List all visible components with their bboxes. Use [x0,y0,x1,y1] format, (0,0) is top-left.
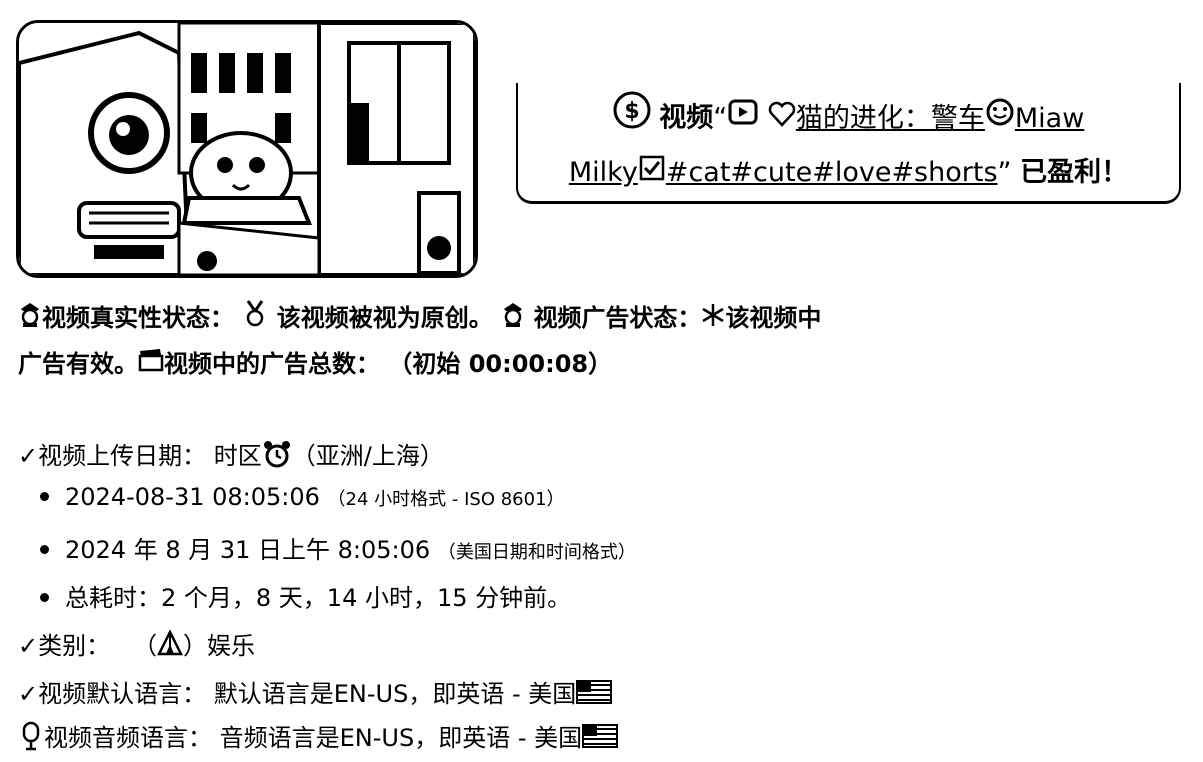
cop-icon [501,297,525,342]
status-block: 视频真实性状态： 该视频被视为原创。 视频广告状态： 该视频中 广告有效。 视频中的… [18,296,938,387]
title-part-1: 猫的进化：警车 [795,102,985,134]
timezone-value: （亚洲/上海） [291,442,444,470]
ad-status-value-1: 该视频中 [725,304,822,332]
check-icon: ✓ [18,442,39,470]
ad-status-value-2: 广告有效。 [18,349,138,378]
monetization-line-1: $ 视频“ 猫的进化：警车 Miaw [518,91,1179,147]
list-item-elapsed: 总耗时：2 个月，8 天，14 小时，15 分钟前。 [40,578,571,613]
category-value: 娱乐 [207,632,255,660]
title-hashtags: #cat#cute#love#shorts [665,157,998,188]
authenticity-value: 该视频被视为原创。 [276,304,493,332]
us-note: （美国日期和时间格式） [437,542,636,563]
default-lang-value: 默认语言是EN-US，即英语 - 美国 [213,680,577,708]
audio-lang-value: 音频语言是EN-US，即英语 - 美国 [219,724,583,752]
open-quote: “ [713,102,728,134]
default-language-row: ✓视频默认语言： 默认语言是EN-US，即英语 - 美国 [18,674,613,710]
iso-datetime: 2024-08-31 08:05:06 [65,483,320,511]
dollar-icon: $ [613,91,651,147]
monetization-banner: $ 视频“ 猫的进化：警车 Miaw Milky #cat#cute#love#sh… [516,83,1181,204]
upload-date-row: ✓视频上传日期： 时区 （亚洲/上海） [18,436,444,475]
bullet-dot [40,491,49,501]
ad-count-value: （初始 00:00:08） [388,349,613,378]
us-datetime: 2024 年 8 月 31 日上午 8:05:06 [65,536,431,564]
category-label: 类别： [38,632,111,660]
ad-count-label: 视频中的广告总数： [164,349,380,378]
video-title-link-cont[interactable]: Milky #cat#cute#love#shorts [568,155,998,188]
heart-icon [768,93,796,145]
monetization-suffix: 已盈利！ [1020,157,1129,188]
category-row: ✓类别： （ ）娱乐 [18,626,255,664]
monetization-line-2: Milky #cat#cute#love#shorts” 已盈利！ [518,147,1179,200]
us-flag-icon [576,680,613,710]
category-close: ） [183,632,207,660]
check-icon: ✓ [18,632,39,660]
circus-tent-icon [156,629,184,664]
cop-icon [18,297,42,342]
monetization-prefix: 视频 [659,102,714,134]
alarm-icon [262,439,292,475]
title-part-2: Miaw [1014,102,1085,134]
bullet-dot [40,544,49,554]
svg-text:$: $ [624,99,639,124]
thumbnail-image [19,23,475,275]
close-quote: ” [997,157,1012,188]
clapper-icon [138,342,164,387]
snowflake-icon [701,297,725,342]
ad-status-label: 视频广告状态： [533,304,702,332]
medal-icon [242,297,268,342]
audio-language-row: 视频音频语言： 音频语言是EN-US，即英语 - 美国 [18,718,619,757]
video-title-link[interactable]: 猫的进化：警车 Miaw [768,98,1085,134]
smile-icon [985,93,1015,145]
check-icon: ✓ [18,680,39,708]
microphone-icon [18,721,44,757]
list-item-iso: 2024-08-31 08:05:06 （24 小时格式 - ISO 8601） [40,483,565,511]
timezone-prefix: 时区 [213,442,262,470]
title-part-3: Milky [568,157,638,188]
iso-note: （24 小时格式 - ISO 8601） [327,489,565,510]
checkbox-icon [638,148,666,200]
default-lang-label: 视频默认语言： [38,680,207,708]
video-thumbnail[interactable] [16,20,478,278]
audio-lang-label: 视频音频语言： [44,724,212,752]
authenticity-label: 视频真实性状态： [42,304,234,332]
list-item-us: 2024 年 8 月 31 日上午 8:05:06 （美国日期和时间格式） [40,530,636,565]
elapsed-time: 总耗时：2 个月，8 天，14 小时，15 分钟前。 [65,584,572,612]
category-open: （ [133,632,157,660]
upload-label: 视频上传日期： [38,442,207,470]
bullet-dot [40,592,49,602]
us-flag-icon [582,724,619,754]
play-icon [727,93,759,145]
